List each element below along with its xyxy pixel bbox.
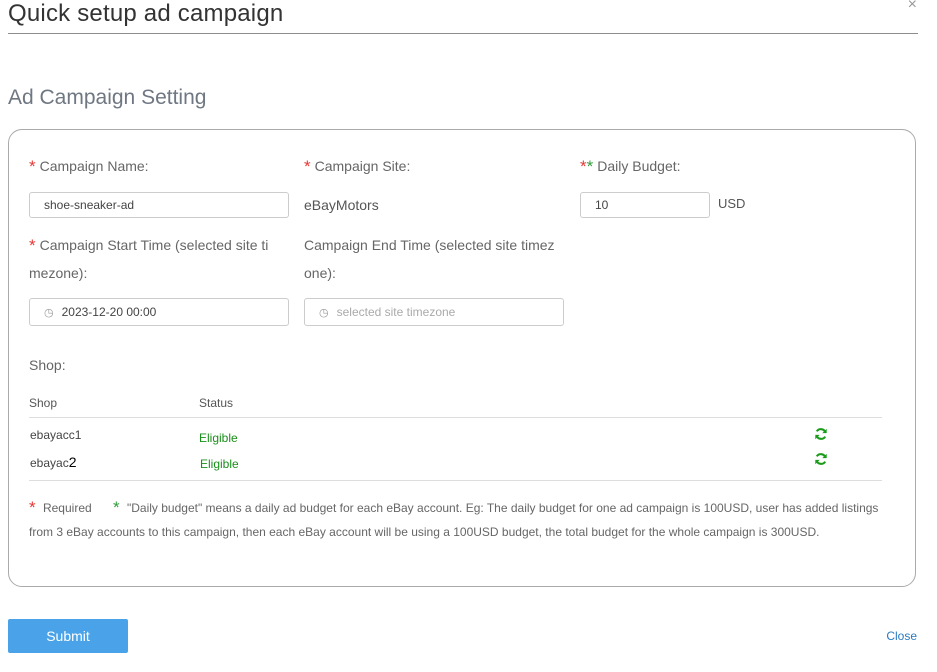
close-icon[interactable]: × [908, 0, 917, 14]
start-time-label: * Campaign Start Time (selected site ti [29, 232, 268, 258]
campaign-site-label: * Campaign Site: [304, 153, 410, 179]
end-time-label-line2: one): [304, 265, 336, 281]
clock-icon: ◷ [319, 307, 329, 319]
campaign-name-label-text: Campaign Name: [39, 158, 149, 174]
campaign-name-input[interactable]: shoe-sneaker-ad [29, 192, 289, 218]
section-title: Ad Campaign Setting [8, 86, 207, 109]
table-bottom-divider [29, 480, 882, 481]
status-cell: Eligible [200, 457, 239, 471]
refresh-icon[interactable] [814, 452, 828, 466]
end-time-label: Campaign End Time (selected site timez [304, 237, 555, 253]
daily-budget-label: ** Daily Budget: [580, 153, 681, 179]
campaign-name-label: * Campaign Name: [29, 153, 149, 179]
start-time-label-line2: mezone): [29, 265, 88, 281]
start-time-label-line1: Campaign Start Time (selected site ti [39, 237, 269, 253]
refresh-icon[interactable] [814, 427, 828, 441]
note-mark: * [586, 157, 594, 176]
end-time-placeholder: selected site timezone [336, 305, 456, 319]
required-mark: * [29, 498, 36, 517]
shop-label: Shop: [29, 357, 66, 373]
daily-budget-input[interactable]: 10 [580, 192, 710, 218]
title-divider [8, 33, 918, 34]
campaign-site-value: eBayMotors [304, 197, 379, 213]
close-link[interactable]: Close [886, 629, 917, 643]
note-mark: * [113, 498, 120, 517]
daily-budget-label-text: Daily Budget: [597, 158, 681, 174]
required-mark: * [29, 157, 36, 176]
shop-cell: ebayacc1 [30, 428, 82, 442]
table-header-divider [29, 417, 882, 418]
budget-unit: USD [718, 196, 746, 211]
start-time-input[interactable]: ◷ 2023-12-20 00:00 [29, 298, 289, 326]
shop-name: ebayac [30, 456, 69, 470]
required-mark: * [29, 236, 36, 255]
shop-name-suffix: 2 [68, 454, 77, 470]
status-cell: Eligible [199, 431, 238, 445]
note-text: "Daily budget" means a daily ad budget f… [29, 501, 879, 539]
clock-icon: ◷ [44, 307, 54, 319]
required-mark: * [304, 157, 311, 176]
shop-cell: ebayac2 [30, 454, 77, 470]
start-time-value: 2023-12-20 00:00 [61, 305, 157, 319]
required-legend: Required [42, 501, 92, 515]
budget-note: * Required * "Daily budget" means a dail… [29, 495, 889, 544]
required-mark: * [580, 157, 587, 176]
submit-button[interactable]: Submit [8, 619, 128, 653]
settings-panel: * Campaign Name: shoe-sneaker-ad * Campaig… [8, 129, 916, 587]
column-header-status: Status [199, 396, 234, 410]
end-time-input[interactable]: ◷ selected site timezone [304, 298, 564, 326]
campaign-site-label-text: Campaign Site: [314, 158, 411, 174]
column-header-shop: Shop [29, 396, 58, 410]
dialog-title: Quick setup ad campaign [8, 0, 284, 27]
